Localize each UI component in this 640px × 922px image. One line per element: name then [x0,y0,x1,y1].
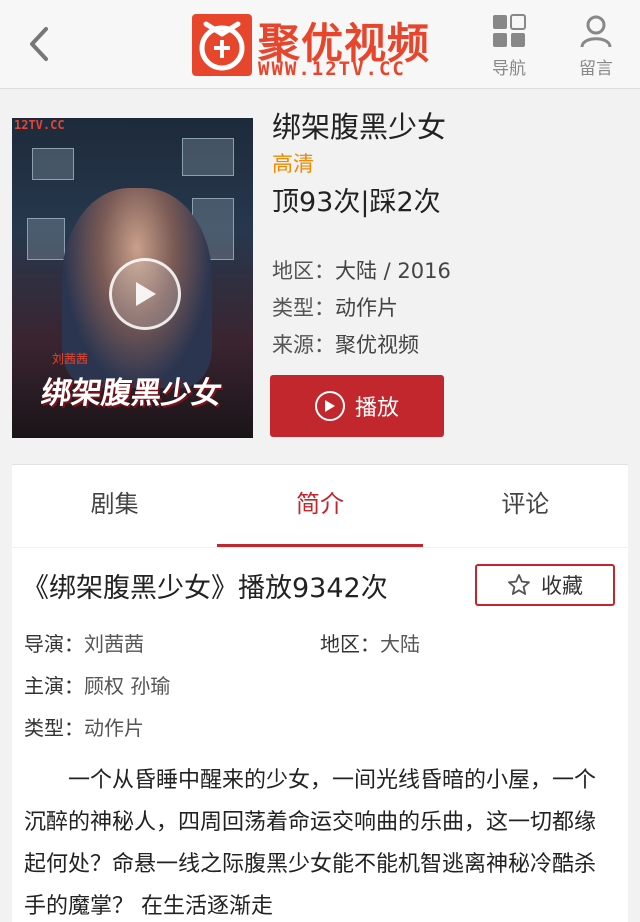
tab-episodes[interactable]: 剧集 [12,465,217,547]
poster-decoration [32,148,74,180]
meta-source-value: 聚优视频 [335,333,419,357]
star-icon [507,573,531,597]
poster-play-button[interactable] [109,258,181,330]
site-logo[interactable]: 聚优视频 WWW.12TV.CC [192,10,448,80]
poster-decoration [27,218,65,260]
back-button[interactable] [22,22,56,66]
director-value: 刘茜茜 [84,632,144,656]
logo-mark-icon [192,14,252,76]
meta-source-label: 来源： [272,333,335,357]
play-button[interactable]: 播放 [270,375,444,437]
play-circle-icon [314,391,345,421]
chevron-left-icon [30,27,48,61]
favorite-label: 收藏 [541,574,583,598]
tab-bar: 剧集 简介 评论 [12,464,628,547]
detail-type-label: 类型： [24,716,84,740]
detail-type-line: 类型：动作片 [24,712,144,741]
meta-source: 来源：聚优视频 [272,329,419,359]
cast-label: 主演： [24,674,84,698]
detail-type-value: 动作片 [84,716,144,740]
grid-icon [493,14,526,47]
logo-url: WWW.12TV.CC [258,58,406,80]
cast-value: 顾权 孙瑜 [84,674,171,698]
movie-title: 绑架腹黑少女 [272,110,447,144]
play-count-title: 《绑架腹黑少女》播放9342次 [22,573,388,604]
quality-badge: 高清 [272,152,314,176]
poster-credits [20,414,246,428]
director-line: 导演：刘茜茜 [24,628,144,657]
meta-region-label: 地区： [272,259,335,283]
meta-type-value: 动作片 [335,296,398,320]
message-button[interactable]: 留言 [566,14,626,84]
poster-decoration [182,138,234,176]
meta-region-value: 大陆 / 2016 [335,259,451,283]
meta-region: 地区：大陆 / 2016 [272,255,451,285]
synopsis-text: 一个从昏睡中醒来的少女，一间光线昏暗的小屋，一个沉醉的神秘人，四周回荡着命运交响… [24,768,597,919]
detail-region-line: 地区：大陆 [320,628,420,657]
play-button-label: 播放 [354,396,399,421]
movie-poster[interactable]: 12TV.CC 刘茜茜 绑架腹黑少女 [12,118,253,438]
intro-panel: 《绑架腹黑少女》播放9342次 收藏 导演：刘茜茜 地区：大陆 主演：顾权 孙瑜… [12,548,628,922]
poster-title: 绑架腹黑少女 [39,376,224,411]
user-icon [580,15,612,48]
director-label: 导演： [24,632,84,656]
meta-type: 类型：动作片 [272,292,398,322]
nav-label: 导航 [492,59,526,79]
vote-counts: 顶93次|踩2次 [272,187,441,218]
detail-region-label: 地区： [320,632,380,656]
play-icon [136,282,156,306]
favorite-button[interactable]: 收藏 [475,564,615,606]
top-bar: 聚优视频 WWW.12TV.CC 导航 留言 [0,0,640,89]
meta-type-label: 类型： [272,296,335,320]
detail-region-value: 大陆 [380,632,420,656]
tab-intro[interactable]: 简介 [217,465,423,547]
poster-watermark: 12TV.CC [14,118,65,132]
poster-actor-name: 刘茜茜 [52,352,89,366]
tab-comments[interactable]: 评论 [423,465,628,547]
nav-button[interactable]: 导航 [479,14,539,84]
message-label: 留言 [579,59,613,79]
cast-line: 主演：顾权 孙瑜 [24,670,170,699]
